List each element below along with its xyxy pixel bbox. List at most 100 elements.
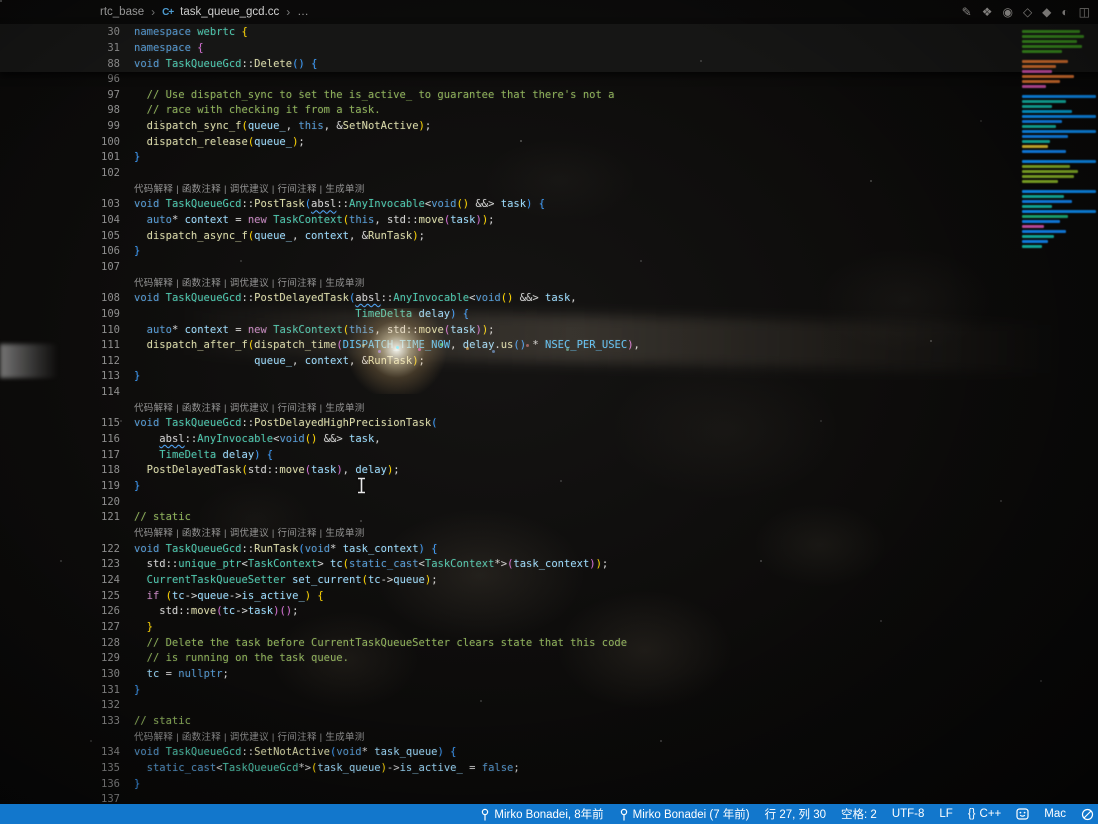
copilot-icon[interactable]: ◉: [1002, 3, 1012, 21]
line-number[interactable]: 128: [0, 636, 134, 652]
code-text[interactable]: auto* context = new TaskContext(this, st…: [134, 323, 494, 339]
code-text[interactable]: dispatch_async_f(queue_, context, &RunTa…: [134, 229, 425, 245]
line-number[interactable]: 96: [0, 72, 134, 88]
code-text[interactable]: TimeDelta delay) {: [134, 448, 273, 464]
code-text[interactable]: dispatch_after_f(dispatch_time(DISPATCH_…: [134, 338, 640, 354]
code-text[interactable]: void TaskQueueGcd::PostDelayedTask(absl:…: [134, 291, 577, 307]
code-line[interactable]: 123 std::unique_ptr<TaskContext> tc(stat…: [0, 557, 1098, 573]
line-number[interactable]: 108: [0, 291, 134, 307]
code-text[interactable]: tc = nullptr;: [134, 667, 229, 683]
compare-changes-icon[interactable]: ❖: [982, 3, 993, 21]
code-text[interactable]: dispatch_release(queue_);: [134, 135, 305, 151]
line-number[interactable]: 98: [0, 103, 134, 119]
code-line[interactable]: 103void TaskQueueGcd::PostTask(absl::Any…: [0, 197, 1098, 213]
code-text[interactable]: // Use dispatch_sync to set the is_activ…: [134, 88, 614, 104]
code-line[interactable]: 119}: [0, 479, 1098, 495]
line-number[interactable]: 118: [0, 463, 134, 479]
codelens-row[interactable]: 代码解释 | 函数注释 | 调优建议 | 行间注释 | 生成单测: [0, 730, 1098, 746]
code-text[interactable]: queue_, context, &RunTask);: [134, 354, 425, 370]
code-line[interactable]: 129 // is running on the task queue.: [0, 651, 1098, 667]
code-text[interactable]: }: [134, 620, 153, 636]
split-editor-icon[interactable]: ◫: [1079, 3, 1090, 21]
breadcrumb-symbol-ellipsis[interactable]: …: [297, 6, 309, 18]
line-number[interactable]: 112: [0, 354, 134, 370]
line-number[interactable]: 136: [0, 777, 134, 793]
codelens-row[interactable]: 代码解释 | 函数注释 | 调优建议 | 行间注释 | 生成单测: [0, 526, 1098, 542]
feedback-smiley-button[interactable]: [1016, 808, 1029, 820]
code-line[interactable]: 112 queue_, context, &RunTask);: [0, 354, 1098, 370]
line-number[interactable]: 110: [0, 323, 134, 339]
code-line[interactable]: 100 dispatch_release(queue_);: [0, 135, 1098, 151]
notifications-button[interactable]: [1081, 808, 1094, 821]
code-text[interactable]: std::move(tc->task)();: [134, 604, 298, 620]
breadcrumb-file[interactable]: task_queue_gcd.cc: [180, 6, 279, 18]
line-number[interactable]: 122: [0, 542, 134, 558]
code-line[interactable]: 97 // Use dispatch_sync to set the is_ac…: [0, 88, 1098, 104]
eol-indicator[interactable]: LF: [939, 808, 952, 820]
line-number[interactable]: 134: [0, 745, 134, 761]
line-number[interactable]: 119: [0, 479, 134, 495]
code-line[interactable]: 96: [0, 72, 1098, 88]
code-text[interactable]: void TaskQueueGcd::Delete() {: [134, 56, 317, 72]
code-line[interactable]: 105 dispatch_async_f(queue_, context, &R…: [0, 229, 1098, 245]
sticky-line[interactable]: 31namespace {: [0, 40, 1098, 56]
code-text[interactable]: PostDelayedTask(std::move(task), delay);: [134, 463, 400, 479]
code-line[interactable]: 116 absl::AnyInvocable<void() &&> task,: [0, 432, 1098, 448]
git-blame-primary[interactable]: Mirko Bonadei, 8年前: [480, 806, 603, 822]
code-line[interactable]: 118 PostDelayedTask(std::move(task), del…: [0, 463, 1098, 479]
code-line[interactable]: 102: [0, 166, 1098, 182]
code-text[interactable]: dispatch_sync_f(queue_, this, &SetNotAct…: [134, 119, 431, 135]
codelens-actions[interactable]: 代码解释 | 函数注释 | 调优建议 | 行间注释 | 生成单测: [134, 182, 365, 198]
code-text[interactable]: }: [134, 150, 140, 166]
line-number[interactable]: 123: [0, 557, 134, 573]
line-number[interactable]: 106: [0, 244, 134, 260]
code-text[interactable]: auto* context = new TaskContext(this, st…: [134, 213, 494, 229]
line-number[interactable]: 103: [0, 197, 134, 213]
code-text[interactable]: // is running on the task queue.: [134, 651, 349, 667]
code-text[interactable]: absl::AnyInvocable<void() &&> task,: [134, 432, 381, 448]
code-line[interactable]: 127 }: [0, 620, 1098, 636]
line-number[interactable]: 100: [0, 135, 134, 151]
code-text[interactable]: void TaskQueueGcd::PostDelayedHighPrecis…: [134, 416, 437, 432]
line-number[interactable]: 116: [0, 432, 134, 448]
sticky-line[interactable]: 88void TaskQueueGcd::Delete() {: [0, 56, 1098, 72]
code-text[interactable]: }: [134, 683, 140, 699]
codelens-actions[interactable]: 代码解释 | 函数注释 | 调优建议 | 行间注释 | 生成单测: [134, 401, 365, 417]
code-line[interactable]: 101}: [0, 150, 1098, 166]
code-line[interactable]: 122void TaskQueueGcd::RunTask(void* task…: [0, 542, 1098, 558]
code-text[interactable]: // static: [134, 714, 191, 730]
line-number[interactable]: 117: [0, 448, 134, 464]
code-line[interactable]: 109 TimeDelta delay) {: [0, 307, 1098, 323]
code-text[interactable]: void TaskQueueGcd::RunTask(void* task_co…: [134, 542, 438, 558]
line-number[interactable]: 131: [0, 683, 134, 699]
codelens-actions[interactable]: 代码解释 | 函数注释 | 调优建议 | 行间注释 | 生成单测: [134, 526, 365, 542]
line-number[interactable]: 107: [0, 260, 134, 276]
line-number[interactable]: 132: [0, 698, 134, 714]
code-text[interactable]: // race with checking it from a task.: [134, 103, 381, 119]
line-number[interactable]: 133: [0, 714, 134, 730]
code-line[interactable]: 117 TimeDelta delay) {: [0, 448, 1098, 464]
code-line[interactable]: 134void TaskQueueGcd::SetNotActive(void*…: [0, 745, 1098, 761]
code-line[interactable]: 130 tc = nullptr;: [0, 667, 1098, 683]
line-number[interactable]: 101: [0, 150, 134, 166]
codelens-row[interactable]: 代码解释 | 函数注释 | 调优建议 | 行间注释 | 生成单测: [0, 276, 1098, 292]
line-number[interactable]: 115: [0, 416, 134, 432]
code-text[interactable]: // Delete the task before CurrentTaskQue…: [134, 636, 627, 652]
code-line[interactable]: 124 CurrentTaskQueueSetter set_current(t…: [0, 573, 1098, 589]
code-text[interactable]: }: [134, 479, 140, 495]
language-mode-indicator[interactable]: {} C++: [968, 808, 1001, 820]
code-line[interactable]: 125 if (tc->queue->is_active_) {: [0, 589, 1098, 605]
code-text[interactable]: CurrentTaskQueueSetter set_current(tc->q…: [134, 573, 438, 589]
code-area[interactable]: 9697 // Use dispatch_sync to set the is_…: [0, 72, 1098, 804]
edit-run-icon[interactable]: ✎: [962, 3, 972, 21]
minimap[interactable]: [1022, 30, 1098, 255]
line-number[interactable]: 99: [0, 119, 134, 135]
code-line[interactable]: 135 static_cast<TaskQueueGcd*>(task_queu…: [0, 761, 1098, 777]
code-line[interactable]: 131}: [0, 683, 1098, 699]
line-number[interactable]: 124: [0, 573, 134, 589]
code-text[interactable]: static_cast<TaskQueueGcd*>(task_queue)->…: [134, 761, 520, 777]
code-line[interactable]: 133// static: [0, 714, 1098, 730]
code-line[interactable]: 114: [0, 385, 1098, 401]
codelens-actions[interactable]: 代码解释 | 函数注释 | 调优建议 | 行间注释 | 生成单测: [134, 276, 365, 292]
code-line[interactable]: 107: [0, 260, 1098, 276]
